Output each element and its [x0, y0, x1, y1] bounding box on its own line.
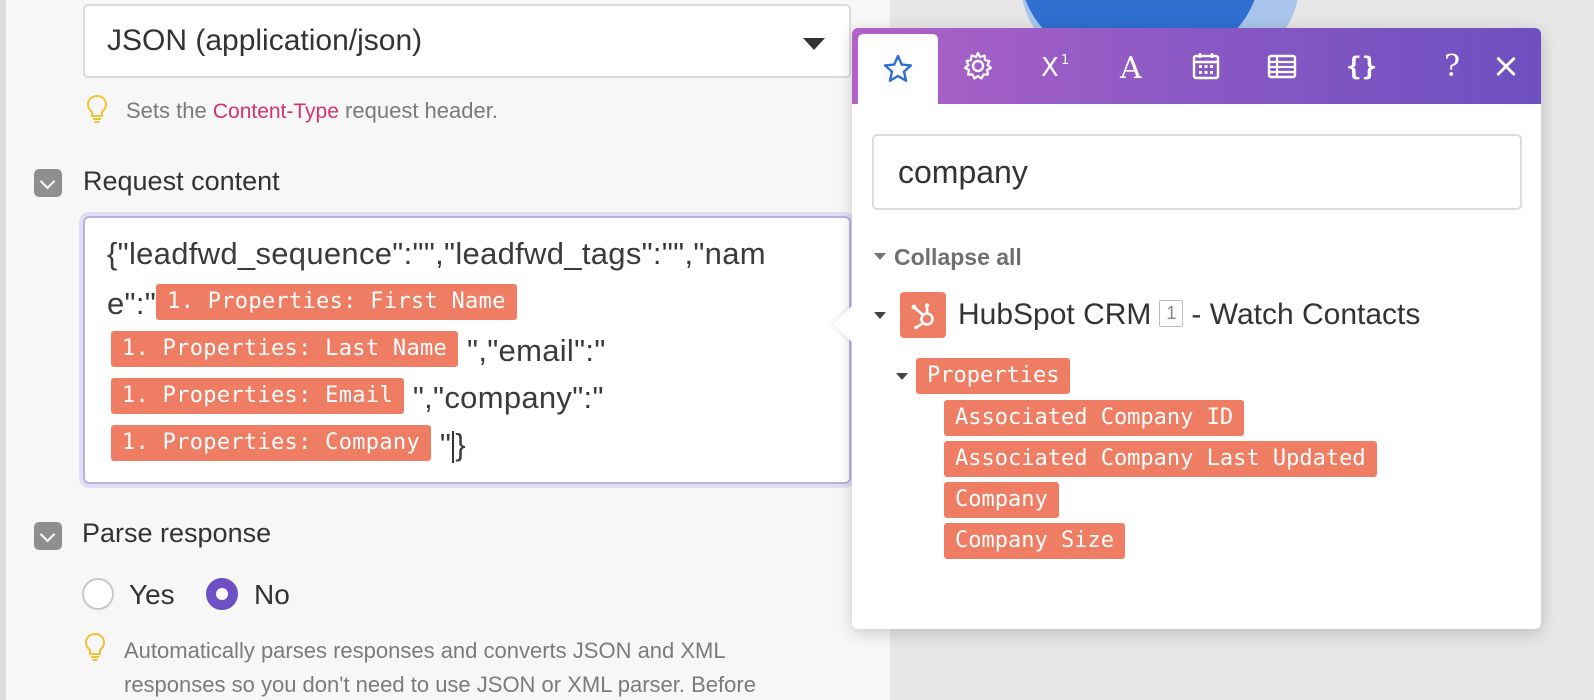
- editor-line-4: 1. Properties: Email ","company":": [111, 377, 604, 418]
- tab-favorites[interactable]: [858, 34, 938, 104]
- mapping-panel-toolbar: X 1 A {} ? ×: [852, 28, 1541, 104]
- tab-date-functions[interactable]: [1166, 28, 1246, 104]
- properties-group-pill[interactable]: Properties: [916, 358, 1071, 394]
- triangle-down-icon[interactable]: [896, 372, 908, 380]
- tab-array-functions[interactable]: [1242, 28, 1322, 104]
- mapped-pill-last-name[interactable]: 1. Properties: Last Name: [111, 330, 459, 367]
- svg-text:X: X: [1041, 53, 1059, 81]
- text-icon: A: [1119, 51, 1142, 81]
- parse-response-label: Parse response: [82, 518, 272, 548]
- content-type-select[interactable]: JSON (application/json): [83, 4, 851, 78]
- module-tree-node[interactable]: HubSpot CRM 1 - Watch Contacts: [874, 290, 1420, 340]
- tab-math-functions[interactable]: X 1: [1016, 28, 1096, 104]
- request-content-editor[interactable]: {"leadfwd_sequence":"","leadfwd_tags":""…: [83, 216, 851, 484]
- text-cursor: [452, 430, 455, 463]
- editor-line-5: 1. Properties: Company "}: [111, 424, 466, 465]
- properties-tree-node[interactable]: Properties: [896, 358, 1071, 394]
- table-icon: [1267, 54, 1297, 79]
- parse-response-hint-line-1: Automatically parses responses and conve…: [124, 638, 726, 663]
- request-content-label: Request content: [83, 166, 280, 196]
- lightbulb-icon: [84, 632, 106, 661]
- parse-response-no-label[interactable]: No: [254, 579, 290, 611]
- item-company[interactable]: Company: [944, 482, 1059, 518]
- close-button[interactable]: ×: [1476, 28, 1536, 104]
- triangle-down-icon[interactable]: [874, 311, 886, 319]
- triangle-down-icon: [874, 253, 886, 261]
- parse-response-yes-radio[interactable]: [82, 578, 114, 610]
- superscript-icon: X 1: [1041, 53, 1069, 81]
- tab-text-functions[interactable]: A: [1092, 28, 1172, 104]
- parse-response-checkbox[interactable]: [34, 522, 62, 550]
- properties-item-list: Associated Company ID Associated Company…: [944, 400, 1377, 564]
- svg-text:{}: {}: [1346, 52, 1377, 82]
- star-icon: [883, 54, 913, 82]
- search-value: company: [898, 154, 1028, 190]
- content-type-code: Content-Type: [212, 100, 339, 123]
- mapping-search-input[interactable]: company: [872, 134, 1522, 210]
- mapped-pill-email[interactable]: 1. Properties: Email: [111, 377, 404, 414]
- module-settings-panel: JSON (application/json) Sets the Content…: [6, 0, 890, 700]
- parse-response-no-radio[interactable]: [206, 578, 238, 610]
- editor-line-3: 1. Properties: Last Name ","email":": [111, 330, 606, 371]
- module-number-badge: 1: [1159, 299, 1184, 327]
- svg-text:1: 1: [1061, 53, 1069, 68]
- chevron-down-icon[interactable]: [803, 38, 825, 50]
- tab-general-functions[interactable]: [938, 28, 1018, 104]
- parse-response-yes-label[interactable]: Yes: [129, 579, 175, 611]
- item-company-size[interactable]: Company Size: [944, 523, 1125, 559]
- close-icon: ×: [1491, 46, 1521, 86]
- help-icon: ?: [1443, 48, 1461, 84]
- module-action-name: - Watch Contacts: [1191, 298, 1421, 331]
- mapped-pill-company[interactable]: 1. Properties: Company: [111, 424, 431, 461]
- item-associated-company-id[interactable]: Associated Company ID: [944, 400, 1245, 436]
- calendar-icon: [1192, 53, 1220, 80]
- lightbulb-icon: [86, 94, 108, 123]
- request-content-checkbox[interactable]: [34, 169, 62, 197]
- braces-icon: {}: [1346, 52, 1377, 82]
- mapped-pill-first-name[interactable]: 1. Properties: First Name: [156, 283, 517, 320]
- editor-line-1: {"leadfwd_sequence":"","leadfwd_tags":""…: [107, 236, 766, 271]
- parse-response-hint-line-2: responses so you don't need to use JSON …: [124, 672, 756, 697]
- svg-text:A: A: [1119, 51, 1142, 81]
- content-type-value: JSON (application/json): [107, 24, 423, 57]
- gear-icon: [963, 51, 993, 80]
- hubspot-icon: [900, 292, 946, 338]
- content-type-hint: Sets the Content-Type request header.: [126, 98, 498, 123]
- mapping-panel: X 1 A {} ? × company Collapse all HubSpo…: [852, 28, 1541, 629]
- item-associated-company-last-updated[interactable]: Associated Company Last Updated: [944, 441, 1377, 477]
- tab-json-functions[interactable]: {}: [1322, 28, 1402, 104]
- editor-line-2: e":" 1. Properties: First Name: [107, 283, 517, 324]
- module-name: HubSpot CRM: [958, 298, 1152, 331]
- collapse-all-button[interactable]: Collapse all: [874, 244, 1022, 271]
